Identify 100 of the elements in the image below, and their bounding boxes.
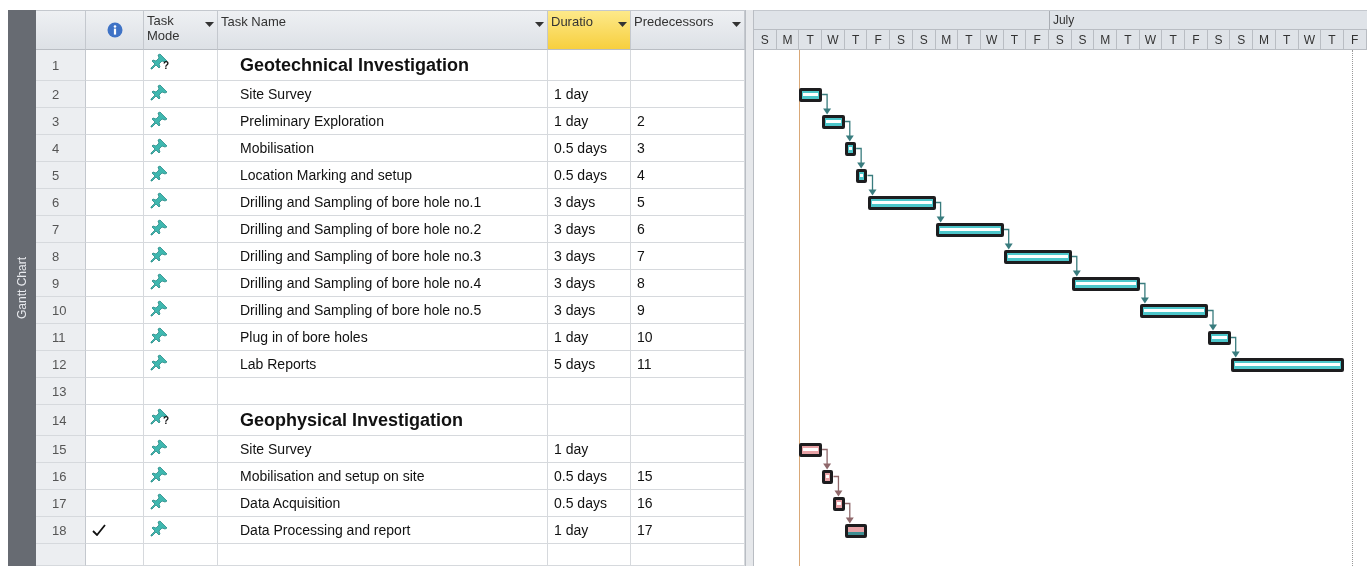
pushpin-icon bbox=[150, 84, 168, 102]
row-number[interactable]: 5 bbox=[36, 162, 86, 189]
duration-text: 1 day bbox=[548, 436, 631, 463]
task-bar[interactable] bbox=[799, 87, 823, 102]
indicators-header[interactable] bbox=[86, 10, 144, 50]
day-label: S bbox=[1048, 30, 1072, 49]
day-label: T bbox=[799, 30, 823, 49]
link-arrow bbox=[844, 502, 854, 524]
task-bar[interactable] bbox=[1230, 357, 1345, 372]
task-bar[interactable] bbox=[1003, 249, 1072, 264]
task-name: Drilling and Sampling of bore hole no.3 bbox=[218, 243, 548, 270]
task-bar[interactable] bbox=[1208, 330, 1231, 345]
row-number[interactable]: 11 bbox=[36, 324, 86, 351]
day-label: S bbox=[1230, 30, 1254, 49]
duration-text: 3 days bbox=[548, 243, 631, 270]
row-number[interactable]: 4 bbox=[36, 135, 86, 162]
pushpin-icon bbox=[150, 439, 168, 457]
day-label: S bbox=[1071, 30, 1095, 49]
task-name: Site Survey bbox=[218, 81, 548, 108]
duration-text: 0.5 days bbox=[548, 490, 631, 517]
task-bar[interactable] bbox=[867, 195, 936, 210]
duration-text: 0.5 days bbox=[548, 463, 631, 490]
predecessor-text: 6 bbox=[631, 216, 745, 243]
task-bar[interactable] bbox=[799, 442, 823, 457]
row-number[interactable]: 2 bbox=[36, 81, 86, 108]
predecessor-text: 8 bbox=[631, 270, 745, 297]
row-number[interactable]: 13 bbox=[36, 378, 86, 405]
link-arrow bbox=[1207, 309, 1217, 331]
row-number[interactable]: 9 bbox=[36, 270, 86, 297]
day-label: M bbox=[1094, 30, 1117, 49]
duration-text: 0.5 days bbox=[548, 135, 631, 162]
duration-text: 3 days bbox=[548, 189, 631, 216]
dropdown-caret-icon[interactable] bbox=[732, 22, 741, 27]
duration-text: 3 days bbox=[548, 216, 631, 243]
task-name: Drilling and Sampling of bore hole no.4 bbox=[218, 270, 548, 297]
pushpin-icon bbox=[150, 53, 168, 71]
row-number[interactable]: 10 bbox=[36, 297, 86, 324]
task-bar[interactable] bbox=[856, 168, 868, 183]
duration-text: 5 days bbox=[548, 351, 631, 378]
day-label: T bbox=[1117, 30, 1140, 49]
dropdown-caret-icon[interactable] bbox=[618, 22, 627, 27]
pushpin-icon bbox=[150, 466, 168, 484]
predecessor-text: 7 bbox=[631, 243, 745, 270]
link-arrow bbox=[855, 147, 866, 169]
row-number[interactable]: 18 bbox=[36, 517, 86, 544]
row-number[interactable]: 3 bbox=[36, 108, 86, 135]
task-bar[interactable] bbox=[1071, 276, 1140, 291]
task-bar[interactable] bbox=[822, 469, 834, 484]
day-label: T bbox=[958, 30, 981, 49]
row-number[interactable]: 12 bbox=[36, 351, 86, 378]
row-number[interactable]: 7 bbox=[36, 216, 86, 243]
dropdown-caret-icon[interactable] bbox=[535, 22, 544, 27]
pushpin-icon bbox=[150, 354, 168, 372]
duration-text: 1 day bbox=[548, 517, 631, 544]
link-arrow bbox=[821, 93, 832, 115]
duration-text: 1 day bbox=[548, 108, 631, 135]
row-number[interactable]: 8 bbox=[36, 243, 86, 270]
duration-text: 0.5 days bbox=[548, 162, 631, 189]
link-arrow bbox=[1071, 255, 1081, 277]
task-bar[interactable] bbox=[935, 222, 1004, 237]
task-bar[interactable] bbox=[844, 141, 857, 156]
day-label: S bbox=[912, 30, 936, 49]
task-name: Lab Reports bbox=[218, 351, 548, 378]
month-label: July bbox=[1051, 13, 1075, 27]
task-bar[interactable] bbox=[1139, 303, 1208, 318]
view-bar-label[interactable]: Gantt Chart bbox=[15, 257, 29, 319]
duration-text: 3 days bbox=[548, 297, 631, 324]
pushpin-icon bbox=[150, 219, 168, 237]
task-name: Mobilisation bbox=[218, 135, 548, 162]
duration-text: 1 day bbox=[548, 81, 631, 108]
row-number[interactable]: 16 bbox=[36, 463, 86, 490]
link-arrow bbox=[832, 475, 843, 497]
duration-text: 1 day bbox=[548, 324, 631, 351]
day-label: F bbox=[1343, 30, 1367, 49]
task-bar[interactable] bbox=[833, 496, 845, 511]
row-number[interactable]: 1 bbox=[36, 50, 86, 81]
row-number[interactable]: 17 bbox=[36, 490, 86, 517]
day-label: F bbox=[867, 30, 891, 49]
pushpin-icon bbox=[150, 192, 168, 210]
task-bar[interactable] bbox=[844, 523, 868, 538]
predecessor-text: 2 bbox=[631, 108, 745, 135]
empty-cell bbox=[36, 544, 86, 566]
task-bar[interactable] bbox=[822, 114, 845, 129]
day-label: T bbox=[1162, 30, 1186, 49]
info-icon bbox=[106, 22, 123, 38]
day-label: T bbox=[1003, 30, 1027, 49]
day-label: M bbox=[1253, 30, 1276, 49]
pushpin-icon bbox=[150, 111, 168, 129]
question-mark-label: ? bbox=[163, 61, 170, 71]
pushpin-icon bbox=[150, 327, 168, 345]
task-name: Plug in of bore holes bbox=[218, 324, 548, 351]
dropdown-caret-icon[interactable] bbox=[205, 22, 214, 27]
link-arrow bbox=[1139, 282, 1149, 304]
day-label: F bbox=[1026, 30, 1049, 49]
row-number[interactable]: 6 bbox=[36, 189, 86, 216]
row-number[interactable]: 15 bbox=[36, 436, 86, 463]
link-arrow bbox=[844, 120, 854, 142]
day-label: T bbox=[1275, 30, 1299, 49]
task-name: Data Acquisition bbox=[218, 490, 548, 517]
row-number[interactable]: 14 bbox=[36, 405, 86, 436]
